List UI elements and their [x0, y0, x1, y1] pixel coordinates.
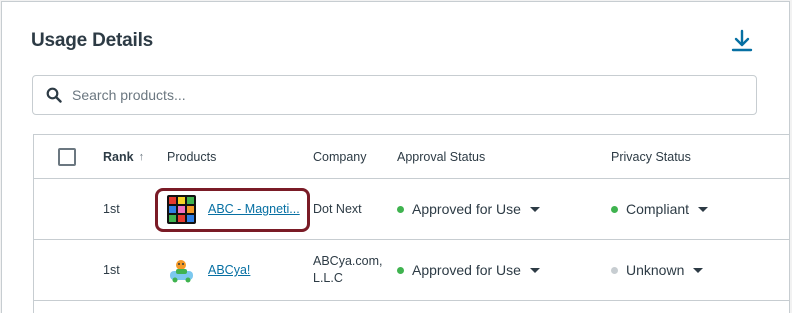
company-line: L.L.C [313, 271, 343, 285]
privacy-status-dropdown[interactable]: Unknown [611, 240, 704, 300]
page-title: Usage Details [31, 30, 154, 51]
sort-ascending-icon: ↑ [138, 150, 145, 163]
privacy-status-label: Unknown [626, 262, 685, 278]
product-highlight-box [155, 188, 310, 232]
rank-cell: 1st [103, 202, 120, 216]
column-header-company: Company [313, 149, 367, 164]
compliant-status-dot [611, 205, 618, 213]
chevron-down-icon [698, 206, 709, 212]
rank-header-label: Rank [103, 149, 134, 164]
table-row: 1st ABC - Magneti... Dot Next Approved f… [34, 179, 789, 240]
search-icon [46, 85, 66, 105]
column-header-products: Products [167, 149, 217, 164]
privacy-status-dropdown[interactable]: Compliant [611, 179, 709, 239]
search-input[interactable] [72, 87, 712, 103]
search-field[interactable] [32, 75, 757, 115]
company-line: ABCya.com, [313, 254, 383, 268]
company-cell: Dot Next [313, 202, 362, 216]
approved-status-dot [397, 266, 404, 274]
column-header-rank[interactable]: Rank ↑ [103, 135, 144, 178]
usage-details-card: Usage Details Rank ↑ Products [1, 1, 790, 313]
download-icon [731, 29, 753, 52]
select-all-checkbox[interactable] [58, 147, 76, 166]
product-link[interactable]: ABCya! [208, 263, 250, 277]
rank-cell: 1st [103, 263, 120, 277]
privacy-status-label: Compliant [626, 201, 690, 217]
download-button[interactable] [729, 27, 755, 55]
chevron-down-icon [529, 267, 540, 273]
chevron-down-icon [529, 206, 540, 212]
approval-status-dropdown[interactable]: Approved for Use [397, 179, 540, 239]
usage-table: Rank ↑ Products Company Approval Status … [33, 134, 789, 313]
table-header-row: Rank ↑ Products Company Approval Status … [34, 135, 789, 179]
column-header-approval-status: Approval Status [397, 149, 486, 164]
approval-status-label: Approved for Use [412, 262, 521, 278]
approved-status-dot [397, 205, 404, 213]
product-thumbnail [167, 255, 196, 285]
table-row: 1st ABCya! ABCya.com, L.L.C Approved for… [34, 240, 789, 301]
approval-status-dropdown[interactable]: Approved for Use [397, 240, 540, 300]
chevron-down-icon [693, 267, 704, 273]
unknown-status-dot [611, 266, 618, 274]
company-cell: ABCya.com, L.L.C [313, 240, 382, 300]
approval-status-label: Approved for Use [412, 201, 521, 217]
column-header-privacy-status: Privacy Status [611, 149, 691, 164]
